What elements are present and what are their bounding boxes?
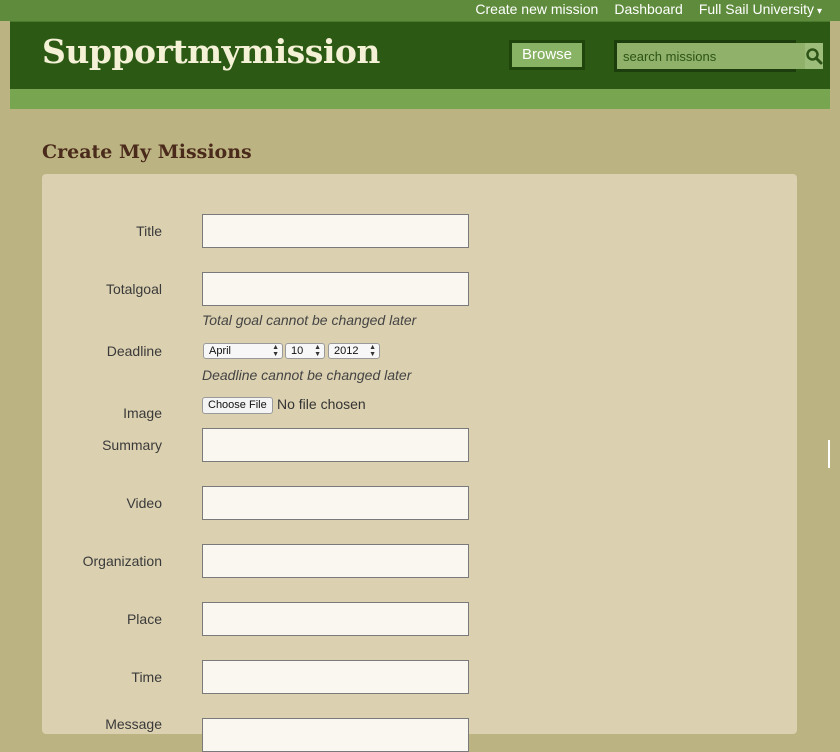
updown-arrows-icon: ▲ ▼	[314, 344, 321, 358]
university-menu[interactable]: Full Sail University ▾	[699, 1, 822, 17]
no-file-text: No file chosen	[277, 396, 366, 412]
search-box	[614, 40, 823, 72]
summary-label: Summary	[102, 437, 162, 453]
time-label: Time	[131, 669, 162, 685]
updown-arrows-icon: ▲ ▼	[272, 344, 279, 358]
totalgoal-label: Totalgoal	[105, 281, 162, 297]
create-mission-form: Title Totalgoal Total goal cannot be cha…	[42, 174, 797, 752]
deadline-month-value: April	[209, 345, 232, 357]
search-icon[interactable]	[805, 43, 823, 69]
updown-arrows-icon: ▲ ▼	[369, 344, 376, 358]
deadline-label: Deadline	[106, 343, 162, 359]
deadline-year-value: 2012	[334, 345, 359, 357]
deadline-day-select[interactable]: 10 ▲ ▼	[285, 343, 325, 359]
time-input[interactable]	[202, 660, 469, 694]
site-logo[interactable]: Supportmymission	[42, 32, 380, 71]
top-nav-links: Create new mission Dashboard Full Sail U…	[475, 1, 822, 17]
video-input[interactable]	[202, 486, 469, 520]
deadline-day-value: 10	[291, 345, 304, 357]
header-sub-bar	[10, 89, 830, 109]
deadline-month-select[interactable]: April ▲ ▼	[203, 343, 283, 359]
dashboard-link[interactable]: Dashboard	[614, 1, 683, 17]
place-input[interactable]	[202, 602, 469, 636]
chevron-down-icon: ▾	[816, 6, 822, 17]
video-label: Video	[126, 495, 162, 511]
site-header: Supportmymission Browse	[10, 21, 830, 89]
top-utility-bar: Create new mission Dashboard Full Sail U…	[0, 0, 840, 21]
organization-label: Organization	[82, 553, 162, 569]
browse-button[interactable]: Browse	[509, 40, 585, 70]
image-label: Image	[123, 405, 162, 421]
university-label: Full Sail University	[698, 1, 814, 17]
place-label: Place	[126, 611, 162, 627]
scrollbar-edge	[828, 440, 830, 468]
deadline-year-select[interactable]: 2012 ▲ ▼	[328, 343, 380, 359]
organization-input[interactable]	[202, 544, 469, 578]
summary-input[interactable]	[202, 428, 469, 462]
choose-file-button[interactable]: Choose File	[202, 397, 273, 414]
message-label: Message	[105, 716, 162, 732]
page-title: Create My Missions	[42, 141, 252, 163]
message-input[interactable]	[202, 718, 469, 752]
deadline-hint: Deadline cannot be changed later	[202, 367, 412, 383]
totalgoal-input[interactable]	[202, 272, 469, 306]
create-mission-link[interactable]: Create new mission	[475, 1, 598, 17]
search-input[interactable]	[617, 43, 805, 69]
totalgoal-hint: Total goal cannot be changed later	[202, 312, 417, 328]
title-input[interactable]	[202, 214, 469, 248]
title-label: Title	[136, 223, 162, 239]
